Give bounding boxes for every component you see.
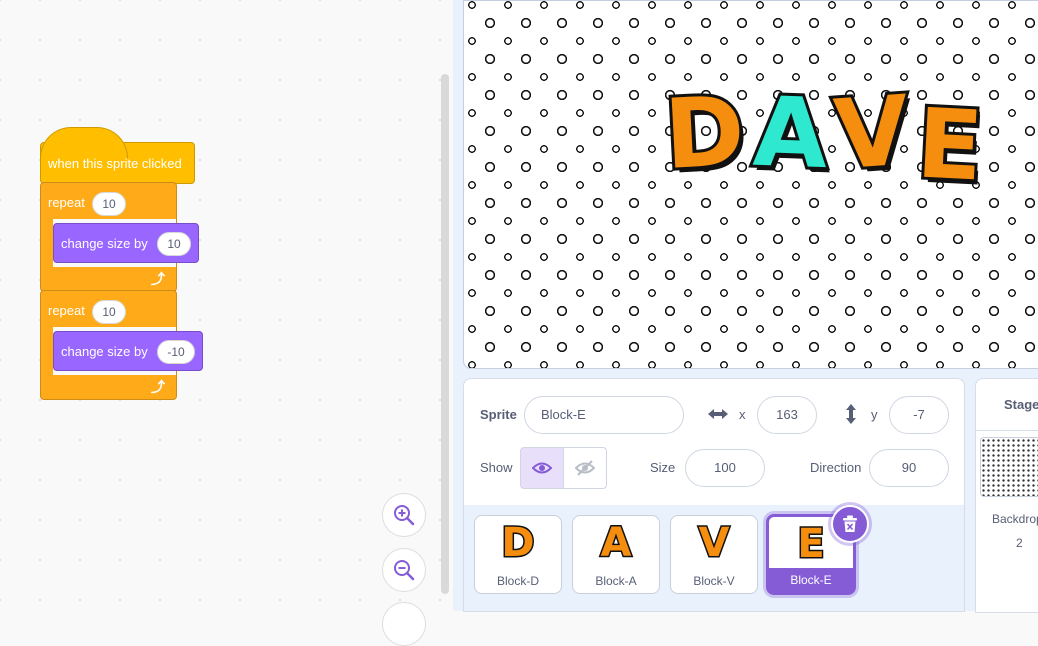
y-label: y [871,407,878,422]
repeat-count-input[interactable]: 10 [92,192,126,216]
change-size-value-input[interactable]: -10 [157,340,195,364]
sprite-tile-block-v[interactable]: V Block-V [670,515,758,594]
y-input[interactable]: -7 [889,396,949,434]
zoom-out-icon [394,560,415,581]
stage-letter-a[interactable]: A [748,73,832,195]
zoom-in-button[interactable] [382,493,426,537]
size-input[interactable]: 100 [685,449,765,487]
backdrops-count: 2 [1016,536,1023,550]
delete-sprite-button[interactable] [831,505,869,543]
repeat-label: repeat [48,195,85,210]
sprite-tile-label: Block-A [595,574,637,588]
change-size-value-input[interactable]: 10 [157,232,191,256]
direction-label: Direction [810,460,862,475]
sprite-tile-label: Block-V [693,574,735,588]
sprite-thumbnail: V [697,519,731,568]
x-arrows-icon [708,409,728,419]
dave-sprites-on-stage[interactable]: D A V E [659,72,989,206]
sprite-name-input[interactable]: Block-E [524,396,684,434]
zoom-out-button[interactable] [382,548,426,592]
hat-block-label: when this sprite clicked [48,156,182,171]
direction-input[interactable]: 90 [869,449,949,487]
sprite-tile-label: Block-D [496,574,539,588]
stage-letter-e[interactable]: E [911,84,988,205]
loop-arrow-icon: ⤴ [151,271,165,287]
change-size-label: change size by [61,236,148,251]
code-area-scrollbar[interactable] [441,74,449,594]
x-input[interactable]: 163 [757,396,817,434]
sprite-tile-label: Block-E [769,568,853,592]
trash-icon [843,515,857,532]
show-label: Show [480,460,513,475]
eye-icon [532,462,552,474]
eye-slash-icon [575,460,595,476]
sprite-tile-block-a[interactable]: A Block-A [572,515,660,594]
repeat-label: repeat [48,303,85,318]
zoom-reset-button[interactable] [382,602,426,646]
when-sprite-clicked-block[interactable]: when this sprite clicked [40,127,195,184]
sprite-thumbnail: A [599,519,633,568]
sprite-name-value: Block-E [541,407,586,422]
stage-panel-divider [976,430,1038,431]
sprite-thumbnail: D [500,519,536,568]
sprite-tile-block-d[interactable]: D Block-D [474,515,562,594]
loop-arrow-icon: ⤴ [151,379,165,395]
repeat-count-input[interactable]: 10 [92,300,126,324]
size-label: Size [650,460,676,475]
stage-letter-v[interactable]: V [828,72,916,196]
backdrops-label: Backdrops [992,512,1038,526]
stage-backdrop-thumbnail[interactable] [980,437,1038,497]
show-visible-button[interactable] [520,447,564,489]
y-arrows-icon [846,404,856,424]
stage-panel-title: Stage [1004,397,1038,412]
show-hidden-button[interactable] [563,447,607,489]
sprite-label: Sprite [480,407,517,422]
stage-letter-d[interactable]: D [659,72,750,195]
x-label: x [739,407,746,422]
zoom-in-icon [394,505,415,526]
change-size-label: change size by [61,344,148,359]
